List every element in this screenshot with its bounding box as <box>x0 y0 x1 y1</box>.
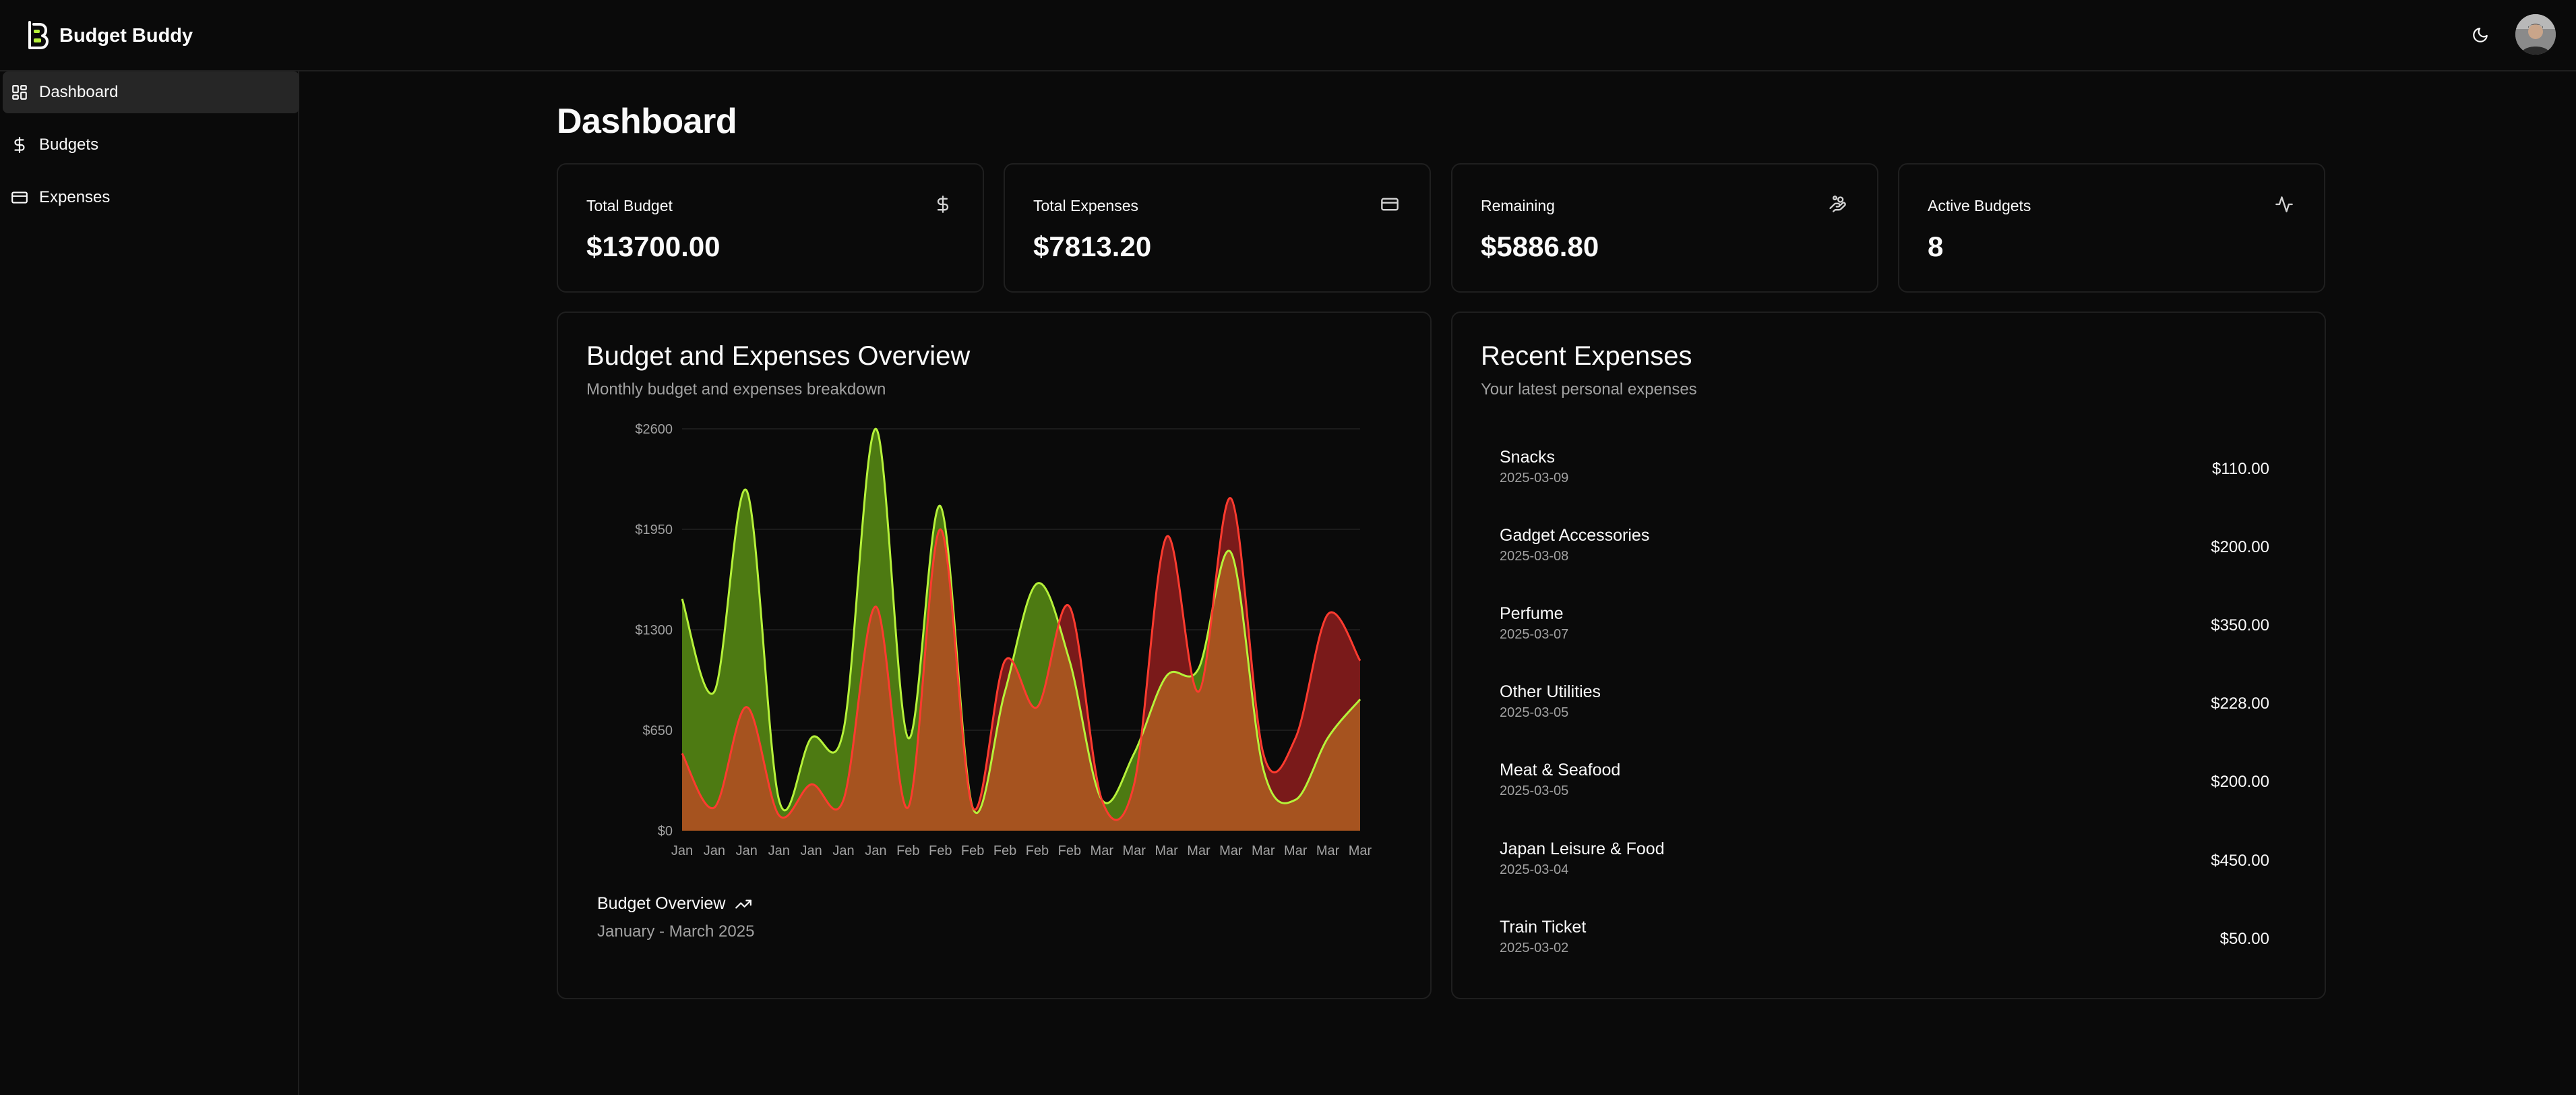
trending-up-icon <box>735 899 752 908</box>
recent-expenses-title: Recent Expenses <box>1481 341 1692 371</box>
chart-xtick-label: Mar <box>1349 844 1372 858</box>
chart-xtick-label: Jan <box>800 844 822 858</box>
expense-date: 2025-03-07 <box>1500 627 1569 642</box>
expense-name: Japan Leisure & Food <box>1500 839 1665 858</box>
moon-icon <box>2473 28 2488 42</box>
sidebar-item-label: Expenses <box>39 188 111 206</box>
expense-amount: $228.00 <box>2211 694 2269 713</box>
chart-xtick-label: Feb <box>961 844 984 858</box>
dollar-icon <box>14 137 25 153</box>
expense-name: Meat & Seafood <box>1500 761 1621 779</box>
chart-ytick-label: $650 <box>643 723 673 738</box>
expense-list-item[interactable]: Meat & Seafood 2025-03-05 $200.00 <box>1500 761 2269 808</box>
chart-footer-subtitle: January - March 2025 <box>597 922 755 941</box>
expense-date: 2025-03-02 <box>1500 941 1569 955</box>
expense-list-item[interactable]: Other Utilities 2025-03-05 $228.00 <box>1500 682 2269 730</box>
app-logo[interactable]: Budget Buddy <box>26 19 193 53</box>
chart-footer-title-text: Budget Overview <box>597 894 726 913</box>
chart-xtick-label: Mar <box>1252 844 1275 858</box>
chart-xtick-label: Feb <box>896 844 919 858</box>
chart-xtick-label: Mar <box>1284 844 1308 858</box>
page-title: Dashboard <box>557 102 737 141</box>
chart-xtick-label: Feb <box>1058 844 1081 858</box>
chart-footer-title: Budget Overview <box>597 894 752 914</box>
chart-xtick-label: Mar <box>1091 844 1114 858</box>
expense-amount: $200.00 <box>2211 538 2269 556</box>
expense-name: Train Ticket <box>1500 918 1587 937</box>
dashboard-grid-icon <box>12 85 27 100</box>
chart-xtick-label: Mar <box>1122 844 1146 858</box>
sidebar-item-expenses[interactable]: Expenses <box>3 177 299 218</box>
expense-name: Other Utilities <box>1500 682 1601 701</box>
expense-amount: $200.00 <box>2211 773 2269 791</box>
top-header: Budget Buddy <box>0 0 2576 71</box>
expense-amount: $110.00 <box>2212 460 2269 478</box>
credit-card-icon <box>11 191 28 204</box>
stat-card-total-expenses: Total Expenses $7813.20 <box>1004 163 1431 293</box>
budget-expenses-area-chart: $0 $650 $1300 $1950 $2600 Jan Jan Jan Jan Jan Jan J… <box>635 422 1372 858</box>
stat-label: Active Budgets <box>1928 197 2031 214</box>
expense-date: 2025-03-05 <box>1500 705 1569 720</box>
expense-date: 2025-03-04 <box>1500 862 1569 877</box>
credit-card-icon <box>1380 194 1400 214</box>
expense-date: 2025-03-08 <box>1500 549 1569 564</box>
expense-amount: $350.00 <box>2211 616 2269 634</box>
stat-card-total-budget: Total Budget $13700.00 <box>557 163 984 293</box>
user-avatar-image-icon <box>2515 14 2556 55</box>
stat-label: Remaining <box>1481 197 1555 214</box>
expense-date: 2025-03-09 <box>1500 471 1569 485</box>
expense-list-item[interactable]: Train Ticket 2025-03-02 $50.00 <box>1500 918 2269 965</box>
theme-toggle-button[interactable] <box>2463 18 2498 53</box>
expense-name: Gadget Accessories <box>1500 526 1650 545</box>
stat-value: 8 <box>1928 231 1944 262</box>
chart-xtick-label: Mar <box>1155 844 1178 858</box>
recent-expenses-subtitle: Your latest personal expenses <box>1481 380 1697 398</box>
chart-xtick-label: Jan <box>671 844 693 858</box>
chart-xtick-label: Feb <box>929 844 952 858</box>
sidebar-item-dashboard[interactable]: Dashboard <box>3 71 299 113</box>
expense-list-item[interactable]: Perfume 2025-03-07 $350.00 <box>1500 604 2269 651</box>
stat-value: $5886.80 <box>1481 231 1599 262</box>
expense-amount: $50.00 <box>2219 930 2269 948</box>
chart-ytick-label: $2600 <box>635 422 673 437</box>
recent-expenses-card: Recent Expenses Your latest personal exp… <box>1451 312 2326 999</box>
sidebar-item-budgets[interactable]: Budgets <box>3 124 299 166</box>
chart-ytick-label: $1300 <box>635 623 673 638</box>
stat-label: Total Budget <box>586 197 673 214</box>
chart-xtick-label: Feb <box>1026 844 1049 858</box>
chart-xtick-label: Jan <box>736 844 758 858</box>
expense-list-item[interactable]: Snacks 2025-03-09 $110.00 <box>1500 448 2269 495</box>
chart-xtick-label: Jan <box>704 844 725 858</box>
expense-name: Snacks <box>1500 448 1555 467</box>
chart-xtick-label: Jan <box>768 844 790 858</box>
expense-amount: $450.00 <box>2211 852 2269 870</box>
stat-card-remaining: Remaining $5886.80 <box>1451 163 1878 293</box>
overview-chart-card: Budget and Expenses Overview Monthly bud… <box>557 312 1432 999</box>
chart-ytick-label: $1950 <box>635 523 673 537</box>
stat-card-active-budgets: Active Budgets 8 <box>1898 163 2325 293</box>
stat-label: Total Expenses <box>1033 197 1138 214</box>
app-name: Budget Buddy <box>59 24 193 47</box>
sidebar-item-label: Dashboard <box>39 83 119 101</box>
chart-xtick-label: Mar <box>1316 844 1340 858</box>
sidebar: Dashboard Budgets Expenses <box>0 71 299 1095</box>
dollar-icon <box>933 194 953 214</box>
chart-xtick-label: Mar <box>1219 844 1243 858</box>
chart-ytick-label: $0 <box>658 824 673 839</box>
activity-icon <box>2274 194 2294 214</box>
stat-value: $7813.20 <box>1033 231 1152 262</box>
chart-xtick-label: Feb <box>993 844 1016 858</box>
chart-xtick-label: Jan <box>832 844 854 858</box>
coins-icon <box>1827 194 1847 214</box>
sidebar-item-label: Budgets <box>39 136 99 154</box>
expense-name: Perfume <box>1500 604 1564 623</box>
stat-value: $13700.00 <box>586 231 720 262</box>
budget-buddy-logo-icon <box>28 21 49 49</box>
expense-list-item[interactable]: Japan Leisure & Food 2025-03-04 $450.00 <box>1500 839 2269 887</box>
user-avatar[interactable] <box>2515 14 2556 55</box>
expense-date: 2025-03-05 <box>1500 783 1569 798</box>
expense-list-item[interactable]: Gadget Accessories 2025-03-08 $200.00 <box>1500 526 2269 573</box>
chart-xtick-label: Mar <box>1187 844 1210 858</box>
chart-xtick-label: Jan <box>865 844 886 858</box>
